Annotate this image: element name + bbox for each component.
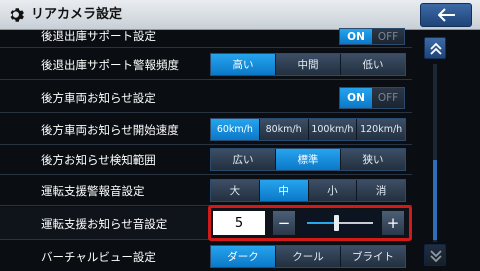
toggle-off[interactable]: OFF bbox=[372, 29, 404, 44]
volume-slider[interactable] bbox=[299, 211, 380, 235]
notice-sound-value: 5 bbox=[213, 211, 265, 235]
option-mute[interactable]: 消 bbox=[356, 180, 405, 201]
toggle-off[interactable]: OFF bbox=[372, 88, 404, 108]
virtual-view-selector[interactable]: ダーク クール ブライト bbox=[210, 245, 406, 268]
warning-frequency-selector[interactable]: 高い 中間 低い bbox=[210, 53, 406, 76]
row-label: 後退出庫サポート警報頻度 bbox=[41, 58, 179, 72]
setting-row-notice-start-speed: 後方車両お知らせ開始速度 60km/h 80km/h 100km/h 120km… bbox=[0, 115, 412, 145]
warning-sound-selector[interactable]: 大 中 小 消 bbox=[210, 179, 406, 202]
option-standard[interactable]: 標準 bbox=[275, 149, 340, 170]
option-80kmh[interactable]: 80km/h bbox=[258, 119, 308, 140]
double-chevron-down-icon bbox=[430, 250, 442, 263]
gear-icon bbox=[10, 8, 24, 22]
rear-vehicle-notice-toggle[interactable]: ON OFF bbox=[339, 87, 405, 109]
option-low[interactable]: 低い bbox=[340, 54, 405, 75]
notice-start-speed-selector[interactable]: 60km/h 80km/h 100km/h 120km/h bbox=[210, 118, 406, 141]
back-button[interactable] bbox=[420, 3, 472, 27]
setting-row-rear-exit-warning-frequency: 後退出庫サポート警報頻度 高い 中間 低い bbox=[0, 50, 412, 80]
setting-row-warning-sound: 運転支援警報音設定 大 中 小 消 bbox=[0, 176, 412, 206]
row-label: 後方車両お知らせ設定 bbox=[41, 91, 156, 105]
setting-row-rear-exit-support[interactable]: 後退出庫サポート設定 ON OFF bbox=[0, 28, 412, 48]
setting-row-detection-range: 後方お知らせ検知範囲 広い 標準 狭い bbox=[0, 145, 412, 175]
detection-range-selector[interactable]: 広い 標準 狭い bbox=[210, 148, 406, 171]
row-label: 運転支援警報音設定 bbox=[41, 184, 145, 198]
option-bright[interactable]: ブライト bbox=[340, 246, 405, 267]
option-100kmh[interactable]: 100km/h bbox=[307, 119, 357, 140]
option-loud[interactable]: 大 bbox=[211, 180, 259, 201]
rear-exit-support-toggle[interactable]: ON OFF bbox=[339, 28, 405, 45]
rear-camera-settings-screen: リアカメラ設定 後退出庫サポート設定 ON OFF 後退出庫サポート警報頻度 高… bbox=[0, 0, 480, 271]
scroll-up-button[interactable] bbox=[424, 37, 446, 59]
volume-plus-button[interactable]: + bbox=[382, 211, 404, 235]
header-bar: リアカメラ設定 bbox=[0, 0, 480, 30]
slider-fill bbox=[307, 222, 337, 224]
page-title: リアカメラ設定 bbox=[31, 7, 123, 22]
option-dark[interactable]: ダーク bbox=[211, 246, 275, 267]
option-60kmh[interactable]: 60km/h bbox=[211, 119, 259, 140]
scroll-down-button[interactable] bbox=[424, 244, 446, 266]
option-120kmh[interactable]: 120km/h bbox=[356, 119, 405, 140]
volume-minus-button[interactable]: − bbox=[273, 211, 295, 235]
toggle-on[interactable]: ON bbox=[340, 29, 372, 44]
double-chevron-up-icon bbox=[430, 42, 442, 55]
row-label: 後方お知らせ検知範囲 bbox=[41, 153, 156, 167]
row-label: 後退出庫サポート設定 bbox=[41, 29, 156, 43]
left-arrow-icon bbox=[438, 8, 455, 22]
slider-thumb[interactable] bbox=[334, 215, 339, 231]
option-narrow[interactable]: 狭い bbox=[340, 149, 405, 170]
toggle-on[interactable]: ON bbox=[340, 88, 372, 108]
option-cool[interactable]: クール bbox=[275, 246, 340, 267]
option-quiet[interactable]: 小 bbox=[307, 180, 357, 201]
option-medium[interactable]: 中 bbox=[258, 180, 308, 201]
row-label: 運転支援お知らせ音設定 bbox=[41, 217, 168, 231]
scrollbar-thumb[interactable] bbox=[433, 160, 437, 240]
setting-row-rear-vehicle-notice: 後方車両お知らせ設定 ON OFF bbox=[0, 83, 412, 113]
option-high[interactable]: 高い bbox=[211, 54, 275, 75]
slider-rest bbox=[337, 222, 373, 224]
option-wide[interactable]: 広い bbox=[211, 149, 275, 170]
option-medium[interactable]: 中間 bbox=[275, 54, 340, 75]
row-label: バーチャルビュー設定 bbox=[41, 250, 156, 264]
row-label: 後方車両お知らせ開始速度 bbox=[41, 123, 179, 137]
setting-row-virtual-view: バーチャルビュー設定 ダーク クール ブライト bbox=[0, 242, 412, 271]
